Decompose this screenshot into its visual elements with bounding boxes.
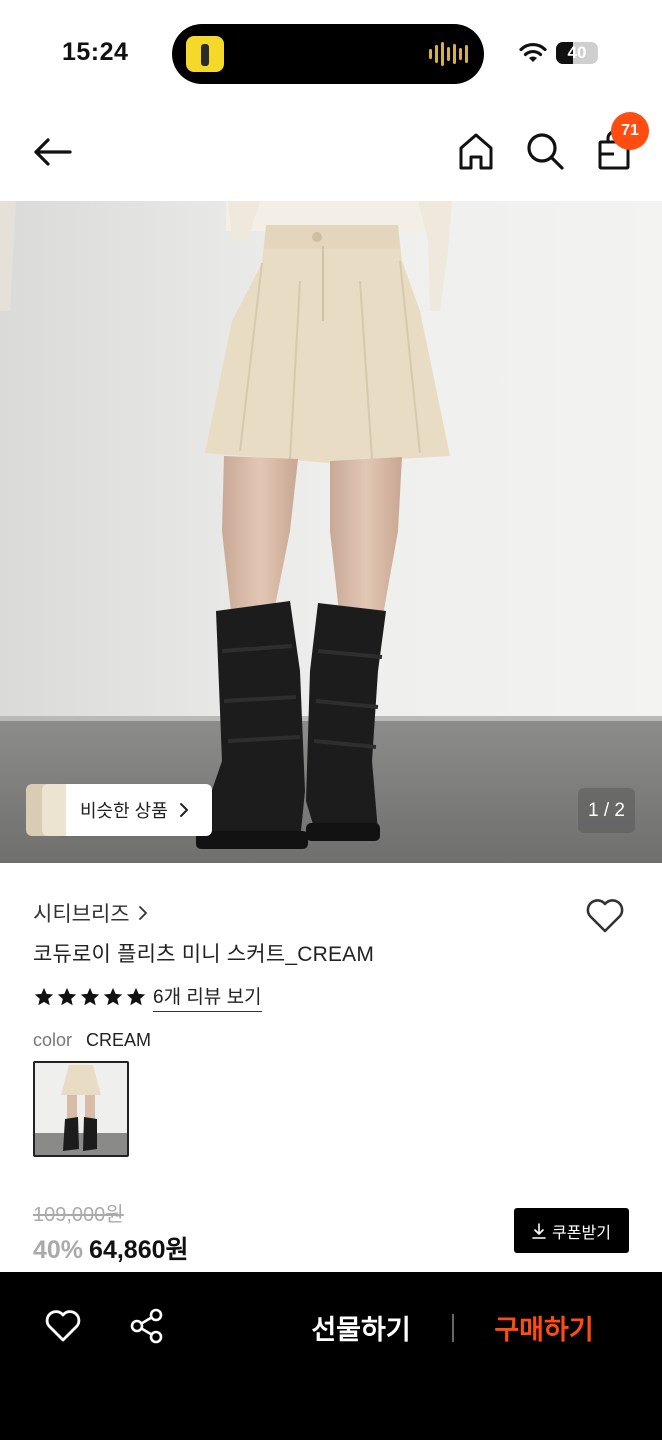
- coupon-label: 쿠폰받기: [552, 1224, 611, 1242]
- status-time: 15:24: [62, 38, 129, 66]
- similar-thumbnails: [26, 784, 66, 836]
- product-image[interactable]: [0, 201, 662, 863]
- color-swatch-cream[interactable]: [33, 1061, 129, 1157]
- original-price: 109,000원: [33, 1204, 124, 1226]
- back-arrow-icon[interactable]: [30, 132, 76, 172]
- star-rating: [33, 986, 147, 1008]
- color-value: CREAM: [86, 1030, 152, 1050]
- star-icon: [80, 987, 100, 1006]
- chevron-right-icon: [179, 803, 188, 817]
- star-icon: [103, 987, 123, 1006]
- battery-level: 40: [567, 43, 587, 62]
- now-playing-artwork: [186, 36, 224, 72]
- chevron-right-icon: [138, 906, 147, 920]
- coupon-button[interactable]: 쿠폰받기: [514, 1208, 629, 1253]
- dynamic-island: [172, 24, 484, 84]
- product-photo: [0, 201, 662, 863]
- gift-button[interactable]: 선물하기: [300, 1308, 422, 1348]
- star-icon: [126, 987, 146, 1006]
- similar-products-button[interactable]: 비슷한 상품: [26, 784, 212, 836]
- cart-count-badge: 71: [611, 112, 649, 150]
- share-icon[interactable]: [128, 1308, 166, 1344]
- discount-rate: 40%: [33, 1236, 84, 1264]
- buy-button[interactable]: 구매하기: [480, 1308, 608, 1348]
- audio-waveform-icon: [429, 42, 468, 66]
- top-navigation: [0, 100, 662, 200]
- similar-products-label: 비슷한 상품: [80, 801, 168, 821]
- heart-icon[interactable]: [43, 1308, 83, 1344]
- swatch-thumbnail: [35, 1063, 127, 1155]
- home-icon[interactable]: [456, 130, 496, 172]
- bottom-action-bar: 선물하기 구매하기: [0, 1272, 662, 1440]
- battery-icon: 40: [556, 42, 598, 64]
- bottom-divider: [452, 1314, 454, 1342]
- download-icon: [532, 1222, 546, 1239]
- color-label: color: [33, 1030, 73, 1050]
- heart-icon[interactable]: [584, 895, 626, 935]
- star-icon: [57, 987, 77, 1006]
- sale-price: 64,860원: [89, 1236, 189, 1264]
- image-page-indicator: 1 / 2: [578, 788, 635, 833]
- status-bar: 15:24 40: [0, 0, 662, 100]
- star-icon: [34, 987, 54, 1006]
- similar-products-pill[interactable]: 비슷한 상품: [58, 784, 212, 836]
- rating-row: 6개 리뷰 보기: [33, 982, 262, 1012]
- brand-name: 시티브리즈: [33, 903, 130, 926]
- brand-link[interactable]: 시티브리즈: [33, 898, 148, 928]
- review-link[interactable]: 6개 리뷰 보기: [153, 982, 262, 1012]
- search-icon[interactable]: [524, 130, 566, 172]
- wifi-icon: [519, 42, 547, 62]
- product-name: 코듀로이 플리츠 미니 스커트_CREAM: [33, 943, 375, 966]
- price-row: 40% 64,860원: [33, 1230, 189, 1266]
- color-row: color CREAM: [33, 1030, 151, 1051]
